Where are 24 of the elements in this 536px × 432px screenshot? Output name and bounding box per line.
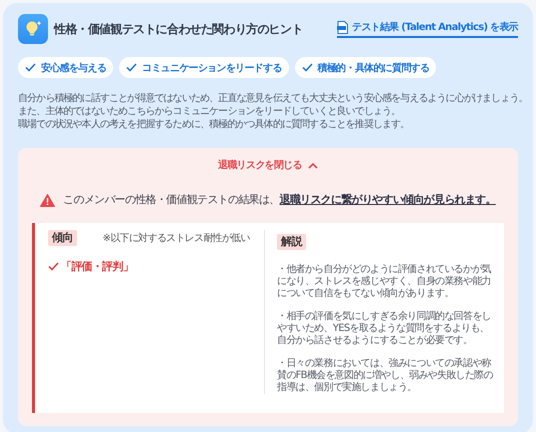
warning-message: このメンバーの性格・価値観テストの結果は、退職リスクに繋がりやすい傾向が見られます。 [63, 192, 496, 208]
hint-chip: 積極的・具体的に質問する [294, 57, 436, 78]
hint-chip: コミュニケーションをリードする [119, 57, 289, 78]
risk-link[interactable]: 退職リスクに繋がりやすい傾向が見られます。 [280, 193, 496, 206]
check-icon [25, 63, 36, 72]
section-title: 性格・価値観テストに合わせた関わり方のヒント [54, 20, 304, 38]
explanation-label: 解説 [277, 234, 306, 250]
tendency-item: 「評価・評判」 [61, 259, 134, 274]
pdf-file-icon [336, 20, 348, 34]
hint-chip: 安心感を与える [18, 57, 114, 78]
chevron-up-icon [308, 163, 318, 169]
warning-icon [40, 194, 56, 206]
check-icon [126, 63, 138, 72]
tendency-label: 傾向 [48, 230, 77, 246]
explanation-text: ・相手の評価を気にしすぎる余り同調的な回答をしやすいため、YESを取るような質問をするよりも、自分から話させるようにすることが必要です。 [277, 311, 492, 347]
tendency-note: ※以下に対するストレス耐性が低い [102, 232, 250, 245]
close-risk-toggle[interactable]: 退職リスクを閉じる [218, 159, 318, 173]
check-icon [48, 262, 59, 271]
explanation-text: ・日々の業務においては、強みについての承認や称賛のFB機会を意図的に増やし、弱みや失敗した際の指導は、個別で実施しましょう。 [277, 358, 494, 394]
explanation-text: ・他者から自分がどのように評価されているかが気になり、ストレスを感じやすく、自身の業務や能力について自信をもてない傾向があります。 [277, 264, 492, 300]
lightbulb-icon [18, 14, 48, 44]
hint-description: 自分から積極的に話すことが得意ではないため、正直な意見を伝えても大丈夫という安心感を与えるように心がけましょう。 また、主体的ではないためこちらからコミュニケーションをリードしていくと良いでしょう。 職場での状況や本人の考えを把握するために、積極的かつ具体的に質問することを推奨します。 [18, 92, 528, 131]
test-result-link[interactable]: テスト結果 (Talent Analytics) を表示 [336, 20, 518, 38]
check-icon [302, 63, 313, 72]
